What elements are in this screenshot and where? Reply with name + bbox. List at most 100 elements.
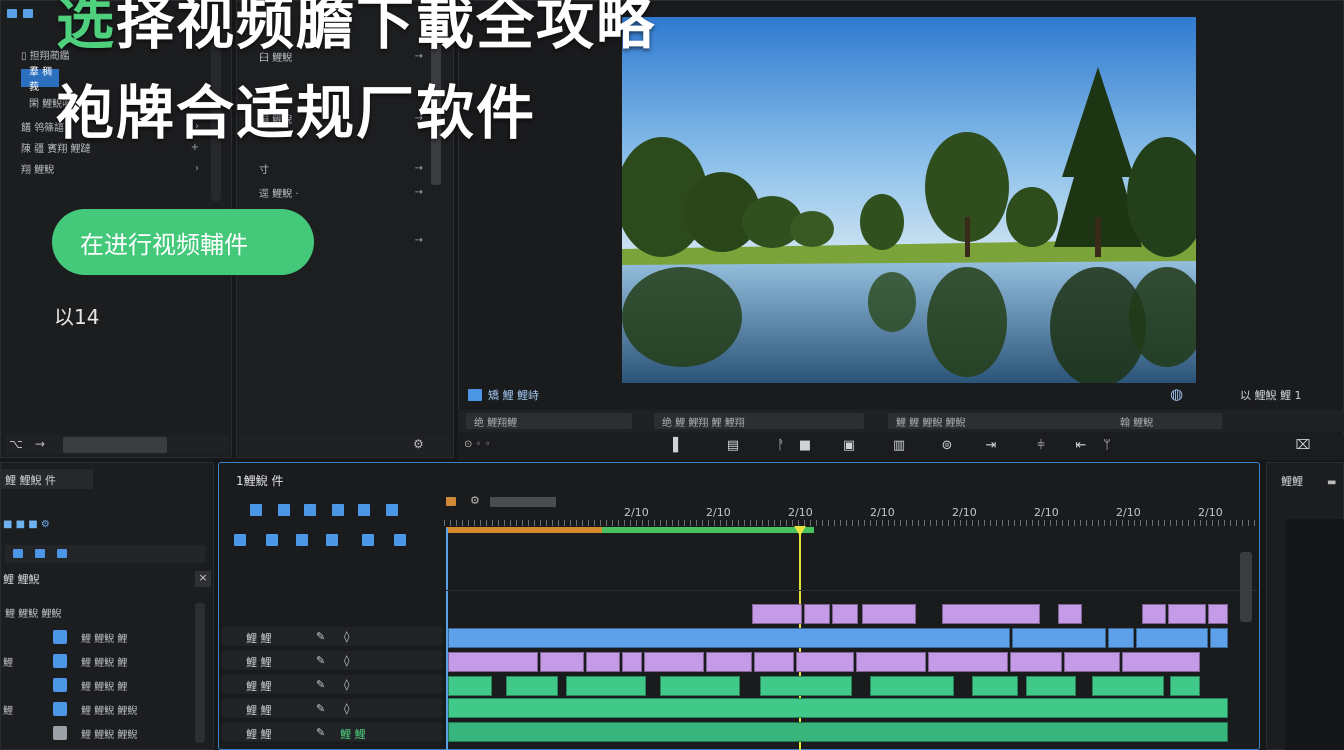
mixer-button-icon[interactable] [35, 549, 45, 558]
lift-icon[interactable]: ⇤ [1072, 438, 1090, 454]
marker-icon[interactable]: ⊙ ◦ ◦ [464, 439, 491, 450]
timeline-clip[interactable] [448, 628, 1010, 648]
timeline-zoom-slider[interactable] [490, 497, 556, 507]
track-select-icon[interactable] [278, 504, 290, 516]
timeline-clip[interactable] [804, 604, 830, 624]
timeline-clip[interactable] [448, 722, 1228, 742]
razor-tool-icon[interactable] [332, 504, 344, 516]
track-header[interactable]: 鯉 鯉 ✎ ◊ [222, 675, 442, 695]
export-frame-icon[interactable]: ⌧ [1294, 438, 1312, 454]
timecode-icon[interactable] [446, 497, 456, 506]
effect-item[interactable]: 寸 → [251, 159, 431, 177]
camera-icon[interactable]: ⊜ [938, 438, 956, 454]
eye-icon[interactable]: ◊ [344, 678, 349, 691]
timeline-clip[interactable] [862, 604, 916, 624]
timeline-clip[interactable] [448, 652, 538, 672]
cta-button[interactable]: 在进行视频輔件 [52, 209, 314, 275]
work-area-bar[interactable] [446, 527, 602, 533]
playhead-handle-icon[interactable] [794, 526, 806, 536]
tool-icon[interactable]: ⌥ [9, 437, 23, 451]
timeline-clip[interactable] [448, 676, 492, 696]
pen-icon[interactable]: ✎ [316, 654, 325, 667]
pen-icon[interactable]: ✎ [316, 678, 325, 691]
timeline-clip[interactable] [942, 604, 1040, 624]
overwrite-icon[interactable]: ⫩ [1032, 438, 1050, 454]
settings-icon[interactable]: ⚙ [470, 494, 480, 507]
project-item-selected[interactable]: 羣 稠莪 [21, 67, 59, 93]
track-header[interactable]: 鯉 鯉 ✎ ◊ [222, 651, 442, 671]
timeline-clip[interactable] [1208, 604, 1228, 624]
track-header[interactable]: 鯉 鯉 ✎ ◊ [222, 699, 442, 719]
timeline-clip[interactable] [622, 652, 642, 672]
timeline-clip[interactable] [856, 652, 926, 672]
safe-zone-icon[interactable]: ◍ [1170, 385, 1183, 403]
timeline-clip[interactable] [1058, 604, 1082, 624]
list-item[interactable]: 鯉 鯉鯢 鯉鯢 [1, 723, 201, 743]
preview-tab[interactable]: 绝 鯉翔鯉 [466, 413, 632, 429]
timeline-clip[interactable] [644, 652, 704, 672]
list-item[interactable]: 鯉鯉 鯉鯢 鯉 [1, 651, 201, 671]
timeline-scrollbar[interactable] [1240, 552, 1252, 622]
hand-tool-icon[interactable] [234, 534, 246, 546]
go-to-in-icon[interactable]: ▐ [664, 438, 682, 454]
timeline-clip[interactable] [1010, 652, 1062, 672]
timeline-clip[interactable] [832, 604, 858, 624]
pen-icon[interactable]: ✎ [316, 726, 325, 739]
timeline-clip[interactable] [1210, 628, 1228, 648]
panel-tab[interactable]: 鯉 鯉鯢 件 [1, 469, 93, 489]
stop-icon[interactable]: ■ [796, 438, 814, 454]
timeline-clip[interactable] [1168, 604, 1206, 624]
timeline-clip[interactable] [1136, 628, 1208, 648]
zoom-slider[interactable] [63, 437, 167, 453]
zoom-tool-icon[interactable] [266, 534, 278, 546]
track-header[interactable]: 鯉 鯉 ✎ ◊ [222, 627, 442, 647]
timeline-ruler-ticks[interactable] [444, 520, 1256, 526]
marker-tool-icon[interactable] [394, 534, 406, 546]
timeline-clip[interactable] [1026, 676, 1076, 696]
timeline-clip[interactable] [1064, 652, 1120, 672]
timeline-clip[interactable] [1122, 652, 1200, 672]
list-item[interactable]: 鯉 鯉鯢 鯉 [1, 675, 201, 695]
timeline-clip[interactable] [760, 676, 852, 696]
timeline-clip[interactable] [754, 652, 794, 672]
pen-icon[interactable]: ✎ [316, 630, 325, 643]
pen-tool-icon[interactable] [386, 504, 398, 516]
extract-icon[interactable]: ᛘ [1098, 438, 1116, 454]
timeline-clip[interactable] [1092, 676, 1164, 696]
eye-icon[interactable]: ◊ [344, 702, 349, 715]
timeline-clip[interactable] [586, 652, 620, 672]
slip-tool-icon[interactable] [358, 504, 370, 516]
trim-icon[interactable]: ᚨ [772, 438, 790, 454]
track-header[interactable]: 鯉 鯉 ✎ 鯉 鯉 [222, 723, 442, 743]
timeline-clip[interactable] [540, 652, 584, 672]
grid-view-icon[interactable] [23, 9, 33, 18]
timeline-clip[interactable] [870, 676, 954, 696]
timeline-clip[interactable] [1170, 676, 1200, 696]
list-item[interactable]: 鯉鯉 鯉鯢 鯉鯢 [1, 699, 201, 719]
list-item[interactable]: 鯉 鯉鯢 鯉 [1, 627, 201, 647]
mixer-scrollbar[interactable] [195, 603, 205, 743]
pen-icon[interactable]: ✎ [316, 702, 325, 715]
menu-icon[interactable]: ▬ [1327, 477, 1336, 488]
arrow-right-icon[interactable]: → [35, 437, 45, 451]
step-back-icon[interactable]: ▤ [724, 438, 742, 454]
preview-tab[interactable]: 绝 鯉 鯉翔 鯉 鯉翔 [654, 413, 864, 429]
timeline-clip[interactable] [928, 652, 1008, 672]
snap-icon[interactable] [326, 534, 338, 546]
preview-tab[interactable]: 鯉 鯉 鯉鯢 鯉鯢 [888, 413, 1114, 429]
project-item[interactable]: 翔 鯉鯢 › [13, 159, 207, 177]
mixer-button-icon[interactable] [13, 549, 23, 558]
linked-selection-icon[interactable] [362, 534, 374, 546]
eye-icon[interactable]: ◊ [344, 654, 349, 667]
close-icon[interactable]: × [195, 571, 211, 587]
type-tool-icon[interactable] [296, 534, 308, 546]
select-tool-icon[interactable] [250, 504, 262, 516]
timeline-clip[interactable] [1108, 628, 1134, 648]
insert-icon[interactable]: ⇥ [982, 438, 1000, 454]
timeline-clip[interactable] [706, 652, 752, 672]
timeline-clip[interactable] [1012, 628, 1106, 648]
preview-tab[interactable]: 翰 鯉鯢 [1112, 413, 1222, 429]
timeline-clip[interactable] [796, 652, 854, 672]
ripple-edit-icon[interactable] [304, 504, 316, 516]
timeline-clip[interactable] [448, 698, 1228, 718]
